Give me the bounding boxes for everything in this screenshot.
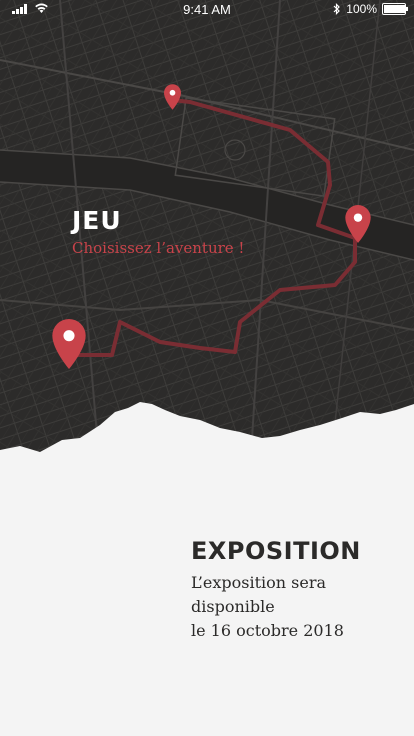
bluetooth-icon	[333, 3, 341, 15]
battery-percentage: 100%	[346, 2, 377, 16]
game-section[interactable]: JEU Choisissez l’aventure !	[72, 206, 244, 257]
status-bar: 9:41 AM 100%	[0, 0, 414, 20]
exposition-line: disponible	[191, 597, 275, 616]
exposition-section: EXPOSITION L’exposition sera disponible …	[191, 537, 361, 643]
map-pin-icon[interactable]	[52, 319, 86, 369]
status-right: 100%	[333, 2, 408, 16]
exposition-line: le 16 octobre 2018	[191, 621, 344, 640]
exposition-line: L’exposition sera	[191, 573, 327, 592]
battery-icon	[382, 3, 408, 15]
game-title[interactable]: JEU	[72, 206, 244, 235]
game-subtitle[interactable]: Choisissez l’aventure !	[72, 239, 244, 257]
map-pin-icon[interactable]	[164, 84, 181, 110]
exposition-text: L’exposition sera disponible le 16 octob…	[191, 571, 361, 643]
map-pin-icon[interactable]	[345, 205, 371, 243]
exposition-title: EXPOSITION	[191, 537, 361, 565]
